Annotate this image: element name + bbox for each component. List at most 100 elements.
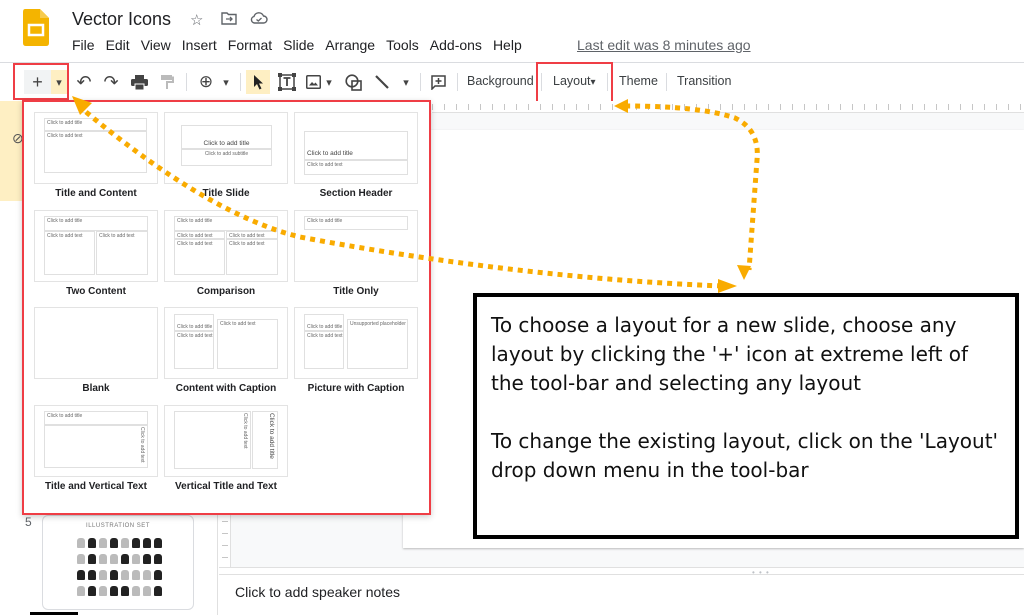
layout-name: Picture with Caption <box>307 383 405 394</box>
horizontal-ruler[interactable] <box>432 101 1024 113</box>
layout-name: Title and Vertical Text <box>45 481 147 492</box>
shape-icon <box>344 73 362 91</box>
menu-help[interactable]: Help <box>493 37 522 53</box>
layout-name: Title Slide <box>202 188 250 199</box>
placeholder: Click to add subtitle <box>181 149 272 166</box>
paint-format-button[interactable] <box>156 70 178 94</box>
placeholder: Unsupported placeholder <box>347 319 408 369</box>
slide-thumbnail-5[interactable]: ILLUSTRATION SET <box>42 515 194 610</box>
toolbar-separator <box>186 73 187 91</box>
layout-thumbnail: Click to add title Click to add text Uns… <box>294 307 418 379</box>
callout-paragraph: To choose a layout for a new slide, choo… <box>491 313 969 395</box>
last-edit-link[interactable]: Last edit was 8 minutes ago <box>577 37 751 53</box>
layout-thumbnail: Click to add title Click to add text Cli… <box>34 210 158 282</box>
undo-icon: ↶ <box>76 71 92 92</box>
move-to-folder-icon[interactable] <box>221 11 237 29</box>
toolbar-separator <box>457 73 458 91</box>
placeholder: Click to add text <box>226 231 278 239</box>
transition-button[interactable]: Transition <box>677 74 731 88</box>
layout-thumbnail: Click to add title Click to add text <box>34 405 158 477</box>
caret-down-icon: ▾ <box>403 76 409 89</box>
layout-thumbnail <box>34 307 158 379</box>
menu-format[interactable]: Format <box>228 37 272 53</box>
caret-down-icon: ▾ <box>326 76 332 89</box>
placeholder: Click to add title <box>304 216 408 230</box>
layout-thumbnail: Click to add title Click to add text Cli… <box>164 307 288 379</box>
illustration-row <box>77 538 167 548</box>
star-icon[interactable]: ☆ <box>190 11 203 29</box>
menu-edit[interactable]: Edit <box>106 37 130 53</box>
line-dropdown[interactable]: ▾ <box>399 70 413 94</box>
toolbar: + ▾ ↶ ↷ ⊕ ▾ ▾ ▾ Background Layout▾ Theme… <box>0 63 1024 101</box>
menu-tools[interactable]: Tools <box>386 37 419 53</box>
placeholder: Click to add text <box>174 239 225 275</box>
layout-thumbnail: Click to add title Click to add text <box>294 112 418 184</box>
print-icon <box>130 74 148 90</box>
document-title[interactable]: Vector Icons <box>72 9 171 30</box>
placeholder: Click to add title <box>174 216 278 231</box>
placeholder: Click to add text <box>44 231 95 275</box>
layout-name: Two Content <box>66 286 126 297</box>
zoom-in-icon: ⊕ <box>198 72 214 91</box>
toolbar-separator <box>666 73 667 91</box>
layout-highlight <box>536 62 613 104</box>
layout-thumbnail: Click to add title Click to add subtitle <box>164 112 288 184</box>
notes-resize-handle[interactable] <box>219 567 1024 575</box>
layout-name: Content with Caption <box>175 383 277 394</box>
cloud-saved-icon[interactable] <box>250 11 268 29</box>
image-dropdown[interactable]: ▾ <box>323 70 335 94</box>
theme-button[interactable]: Theme <box>619 74 658 88</box>
placeholder: Click to add text <box>304 331 344 369</box>
callout-paragraph: To change the existing layout, click on … <box>491 429 999 482</box>
undo-button[interactable]: ↶ <box>73 70 95 94</box>
line-icon <box>375 75 389 89</box>
layout-name: Blank <box>82 383 110 394</box>
placeholder: Click to add title <box>304 314 344 331</box>
text-box-icon <box>278 73 296 91</box>
placeholder: Click to add text <box>44 131 147 173</box>
shape-button[interactable] <box>342 70 364 94</box>
placeholder: Click to add title <box>44 216 148 231</box>
placeholder: Click to add title <box>252 411 278 469</box>
placeholder: Click to add text <box>174 411 251 469</box>
line-button[interactable] <box>371 70 393 94</box>
drag-handle-icon[interactable]: • • • <box>752 568 770 577</box>
layout-thumbnail: Click to add title Click to add text <box>34 112 158 184</box>
add-comment-button[interactable] <box>427 70 449 94</box>
layout-name: Title and Content <box>55 188 137 199</box>
zoom-dropdown[interactable]: ▾ <box>219 70 233 94</box>
caret-down-icon: ▾ <box>223 76 229 89</box>
speaker-notes-input[interactable]: Click to add speaker notes <box>235 584 400 600</box>
cursor-arrow-icon <box>253 74 263 89</box>
menu-arrange[interactable]: Arrange <box>325 37 375 53</box>
background-button[interactable]: Background <box>467 74 534 88</box>
layout-thumbnail: Click to add title <box>294 210 418 282</box>
placeholder: Click to add text <box>174 331 214 369</box>
illustration-row <box>77 570 167 580</box>
image-icon <box>305 75 321 89</box>
menu-add-ons[interactable]: Add-ons <box>430 37 482 53</box>
placeholder: Click to add text <box>226 239 278 275</box>
menu-slide[interactable]: Slide <box>283 37 314 53</box>
insert-image-button[interactable] <box>303 70 323 94</box>
layout-dropdown-panel: Click to add title Click to add text Tit… <box>22 100 431 515</box>
redo-icon: ↷ <box>103 71 119 92</box>
zoom-button[interactable]: ⊕ <box>195 70 217 94</box>
menu-insert[interactable]: Insert <box>182 37 217 53</box>
menu-bar: File Edit View Insert Format Slide Arran… <box>72 37 533 53</box>
google-slides-logo[interactable] <box>23 9 49 46</box>
layout-name: Vertical Title and Text <box>175 481 277 492</box>
layout-name: Comparison <box>196 286 256 297</box>
placeholder: Click to add title <box>304 131 408 160</box>
paint-format-icon <box>161 75 174 89</box>
layout-thumbnail: Click to add title Click to add text Cli… <box>164 210 288 282</box>
new-slide-highlight <box>13 63 69 100</box>
placeholder: Click to add title <box>44 411 148 425</box>
redo-button[interactable]: ↷ <box>100 70 122 94</box>
print-button[interactable] <box>128 70 150 94</box>
select-tool-button[interactable] <box>246 70 270 94</box>
menu-view[interactable]: View <box>141 37 171 53</box>
layout-name: Title Only <box>333 286 379 297</box>
menu-file[interactable]: File <box>72 37 95 53</box>
text-box-button[interactable] <box>276 70 298 94</box>
